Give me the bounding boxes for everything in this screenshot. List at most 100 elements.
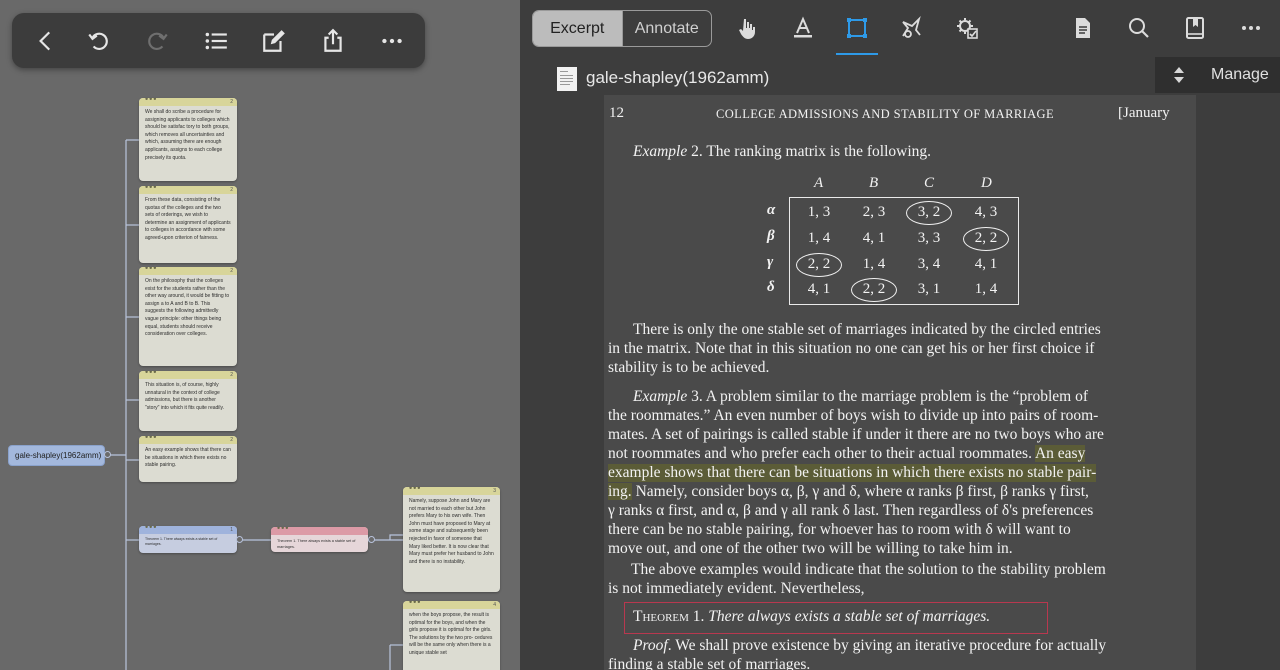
card-text: Theorem 1. There always exists a stable … [277, 539, 356, 549]
matrix-col-label: A [814, 175, 824, 191]
matrix-cell: 1, 4 [807, 230, 831, 246]
matrix-col-label: B [869, 175, 879, 191]
highlighted-excerpt[interactable]: An easy [1034, 445, 1086, 462]
paragraph-line: stability is to be achieved. [608, 359, 770, 376]
card-text: An easy example shows that there can be … [145, 447, 231, 469]
collapse-knob[interactable] [236, 536, 243, 543]
excerpt-card[interactable]: ••• 2 On the philosophy that the colleges… [139, 267, 237, 366]
active-tool-indicator [836, 53, 878, 55]
card-count: 2 [230, 99, 233, 105]
root-label: gale-shapley(1962amm) [15, 451, 102, 460]
card-text: when the boys propose, the result is opt… [409, 612, 493, 656]
matrix-cell: 3, 4 [917, 256, 941, 272]
auto-tools-icon[interactable] [952, 13, 982, 43]
matrix-cell: 1, 3 [807, 204, 831, 220]
circled-entry [796, 253, 842, 277]
highlighted-excerpt[interactable]: example shows that there can be situatio… [608, 464, 1097, 482]
rect-select-icon[interactable] [842, 13, 872, 43]
text-run: not roommates and who prefer each other … [608, 445, 1035, 462]
card-menu-icon[interactable]: ••• [277, 527, 289, 533]
running-head: COLLEGE ADMISSIONS AND STABILITY OF MARR… [716, 107, 1055, 121]
text-run: Namely, consider boys α, β, γ and δ, whe… [631, 483, 1089, 500]
ranking-matrix: 1, 3 2, 3 3, 2 4, 3 1, 4 4, 1 3, 3 2, 2 2, 2 1, 4… [789, 197, 1019, 305]
card-count: 2 [230, 268, 233, 274]
manage-button[interactable]: Manage [1155, 57, 1280, 93]
excerpt-card[interactable]: ••• 2 We shall do scribe a procedure for … [139, 98, 237, 181]
edit-icon[interactable] [258, 25, 290, 57]
mindmap-root-node[interactable]: gale-shapley(1962amm) [8, 445, 105, 466]
document-thumbnail-icon[interactable] [557, 67, 577, 91]
excerpt-card[interactable]: ••• 2 From these data, consisting of the … [139, 186, 237, 263]
card-count: 2 [230, 372, 233, 378]
more-icon[interactable] [1236, 13, 1266, 43]
undo-icon[interactable] [83, 25, 115, 57]
excerpt-card[interactable]: ••• 2 An easy example shows that there ca… [139, 436, 237, 482]
matrix-cell: 4, 3 [974, 204, 998, 220]
card-menu-icon[interactable]: ••• [145, 98, 157, 104]
card-menu-icon[interactable]: ••• [145, 186, 157, 192]
tab-excerpt[interactable]: Excerpt [533, 11, 622, 46]
paragraph-line: The above examples would indicate that t… [631, 561, 1106, 578]
excerpt-card[interactable]: ••• Theorem 1. There always exists a sta… [271, 527, 368, 552]
paragraph-line: There is only the one stable set of marr… [633, 321, 1101, 338]
matrix-col-label: C [924, 175, 935, 191]
matrix-cell: 3, 1 [917, 281, 941, 297]
card-count: 2 [230, 437, 233, 443]
text-highlight-icon[interactable] [788, 13, 818, 43]
card-text: This situation is, of course, highly unn… [145, 382, 225, 411]
example-2-line: Example 2. The ranking matrix is the fol… [633, 143, 932, 160]
document-header: gale-shapley(1962amm) [520, 57, 1160, 95]
document-icon[interactable] [1068, 13, 1098, 43]
collapse-knob[interactable] [368, 536, 375, 543]
theorem-1-text: Theorem 1. There always exists a stable … [633, 608, 991, 625]
card-text: From these data, consisting of the quota… [145, 197, 231, 241]
card-count: 1 [230, 527, 233, 533]
matrix-row-label: γ [767, 254, 774, 270]
paragraph-line: move out, and one of the other two will … [608, 540, 1013, 557]
paragraph-line: the roommates.” An even number of boys w… [608, 407, 1099, 424]
paragraph-line: mates. A set of pairings is called stabl… [608, 426, 1104, 443]
card-menu-icon[interactable]: ••• [145, 526, 157, 532]
bookmark-book-icon[interactable] [1180, 13, 1210, 43]
card-menu-icon[interactable]: ••• [409, 487, 421, 493]
back-icon[interactable] [30, 25, 62, 57]
card-menu-icon[interactable]: ••• [409, 601, 421, 607]
redo-icon[interactable] [141, 25, 173, 57]
share-icon[interactable] [317, 25, 349, 57]
excerpt-card[interactable]: ••• 1 Theorem 1. There always exists a st… [139, 526, 237, 553]
highlighted-excerpt[interactable]: ing. [608, 483, 632, 500]
matrix-cell: 3, 3 [917, 230, 941, 246]
more-icon[interactable] [376, 25, 408, 57]
matrix-cell: 4, 1 [974, 256, 998, 272]
tab-annotate[interactable]: Annotate [621, 11, 712, 46]
mode-segmented-control: Excerpt Annotate [532, 10, 712, 47]
card-text: Namely, suppose John and Mary are not ma… [409, 498, 494, 565]
matrix-cell: 4, 1 [862, 230, 886, 246]
circled-entry [851, 278, 897, 302]
excerpt-card[interactable]: ••• 2 This situation is, of course, highl… [139, 371, 237, 431]
date-head: [January [1118, 105, 1170, 121]
paragraph-line: is not immediately evident. Nevertheless… [608, 580, 865, 597]
matrix-row-label: δ [767, 279, 775, 295]
hand-tool-icon[interactable] [732, 13, 762, 43]
reader-pane: Excerpt Annotate gale-shapley(1962amm) M… [520, 0, 1280, 670]
matrix-cell: 2, 3 [862, 204, 886, 220]
matrix-cell: 1, 4 [974, 281, 998, 297]
lasso-icon[interactable] [896, 13, 926, 43]
search-icon[interactable] [1124, 13, 1154, 43]
pdf-page[interactable]: 12 COLLEGE ADMISSIONS AND STABILITY OF M… [604, 95, 1196, 670]
mindmap-pane[interactable]: gale-shapley(1962amm) ••• 2 We shall do s… [0, 0, 520, 670]
card-count: 4 [493, 602, 496, 608]
collapse-knob[interactable] [104, 451, 111, 458]
paragraph-line: Proof. We shall prove existence by givin… [633, 637, 1107, 654]
card-menu-icon[interactable]: ••• [145, 436, 157, 442]
paragraph-line: Example 3. A problem similar to the marr… [633, 388, 1088, 405]
card-menu-icon[interactable]: ••• [145, 267, 157, 273]
paragraph-line: γ ranks α first, and α, β and γ all rank… [608, 502, 1094, 519]
excerpt-card[interactable]: ••• 4 when the boys propose, the result i… [403, 601, 500, 670]
paragraph-line: ing. Namely, consider boys α, β, γ and δ… [608, 483, 1089, 501]
card-count: 3 [493, 488, 496, 494]
outline-list-icon[interactable] [200, 25, 232, 57]
card-menu-icon[interactable]: ••• [145, 371, 157, 377]
excerpt-card[interactable]: ••• 3 Namely, suppose John and Mary are n… [403, 487, 500, 592]
